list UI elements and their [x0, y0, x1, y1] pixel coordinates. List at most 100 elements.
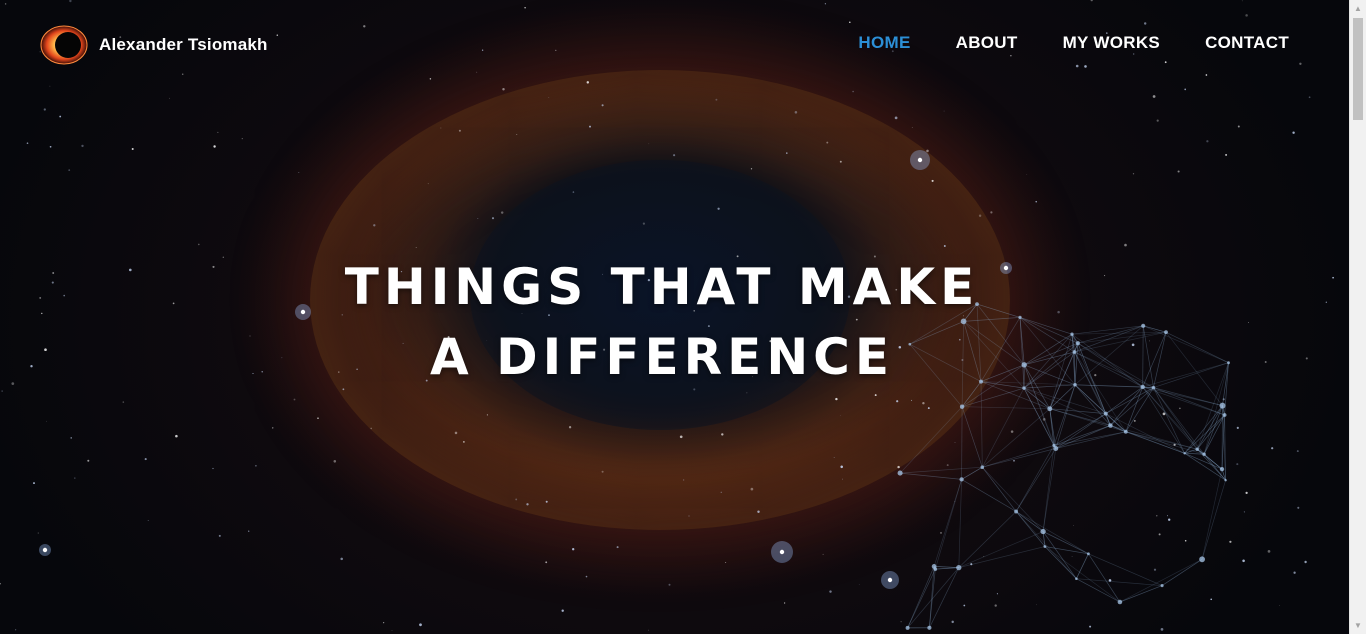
- star: [317, 417, 319, 419]
- network-link: [1119, 585, 1163, 603]
- star: [839, 160, 842, 163]
- network-node: [927, 625, 932, 630]
- network-link: [1184, 453, 1226, 481]
- network-link: [1055, 425, 1111, 449]
- star: [1267, 550, 1271, 553]
- network-link: [1153, 387, 1198, 450]
- star: [87, 459, 90, 462]
- scroll-up-arrow-icon[interactable]: ▲: [1350, 0, 1366, 17]
- star: [911, 399, 913, 401]
- network-node: [933, 567, 938, 571]
- network-node: [1117, 599, 1123, 605]
- star: [673, 154, 676, 157]
- network-node: [980, 465, 985, 470]
- network-link: [958, 511, 1017, 568]
- star: [1222, 398, 1225, 401]
- network-link: [1076, 553, 1089, 579]
- star: [43, 108, 46, 111]
- star: [1206, 140, 1209, 143]
- nav-contact[interactable]: CONTACT: [1205, 33, 1289, 52]
- network-link: [1125, 431, 1205, 455]
- network-link: [962, 406, 1050, 410]
- network-link: [1125, 387, 1154, 432]
- star: [1108, 579, 1112, 582]
- star: [951, 620, 954, 624]
- star: [720, 491, 722, 493]
- page: Alexander Tsiomakh HOME ABOUT MY WORKS C…: [0, 0, 1366, 634]
- star: [852, 90, 854, 93]
- network-link: [982, 466, 1044, 532]
- star: [1304, 560, 1307, 564]
- network-link: [1053, 384, 1076, 446]
- star: [682, 479, 685, 481]
- star: [340, 557, 343, 561]
- star: [668, 583, 671, 586]
- network-link: [1015, 511, 1077, 579]
- scroll-down-arrow-icon[interactable]: ▼: [1350, 617, 1366, 634]
- network-link: [1203, 405, 1223, 455]
- star: [931, 179, 934, 182]
- star: [963, 604, 966, 607]
- network-link: [1023, 387, 1111, 426]
- network-link: [1076, 578, 1121, 603]
- glow-star: [771, 541, 793, 563]
- network-node: [959, 404, 965, 409]
- network-link: [1142, 386, 1205, 455]
- network-link: [899, 406, 963, 474]
- star: [715, 98, 718, 101]
- star: [1237, 125, 1240, 128]
- star: [272, 427, 274, 429]
- network-node: [959, 477, 964, 482]
- network-link: [933, 566, 936, 570]
- brand-link[interactable]: Alexander Tsiomakh: [40, 25, 268, 65]
- network-node: [1043, 545, 1047, 548]
- star: [934, 568, 936, 570]
- network-link: [900, 472, 962, 480]
- nav-my-works[interactable]: MY WORKS: [1063, 33, 1160, 52]
- network-link: [1142, 386, 1198, 450]
- star: [1296, 450, 1299, 453]
- star: [1279, 604, 1281, 606]
- network-link: [1053, 425, 1111, 446]
- network-link: [1015, 448, 1057, 512]
- network-link: [1049, 408, 1106, 414]
- star: [515, 498, 518, 501]
- nav-about[interactable]: ABOUT: [956, 33, 1018, 52]
- star: [1010, 430, 1014, 433]
- star: [1177, 170, 1180, 173]
- star: [996, 593, 998, 595]
- star: [1325, 301, 1327, 303]
- star: [1035, 201, 1037, 203]
- star: [922, 402, 925, 405]
- network-link: [1196, 448, 1223, 470]
- network-link: [1044, 546, 1077, 579]
- brand-name: Alexander Tsiomakh: [99, 35, 268, 54]
- star: [1042, 418, 1046, 421]
- network-link: [961, 406, 963, 480]
- network-link: [982, 408, 1051, 468]
- star: [1124, 243, 1127, 247]
- star: [516, 133, 518, 135]
- nav-home[interactable]: HOME: [858, 33, 910, 52]
- star: [1156, 515, 1158, 517]
- star: [783, 602, 786, 604]
- star: [842, 478, 843, 480]
- main-nav: HOME ABOUT MY WORKS CONTACT: [858, 33, 1289, 53]
- network-link: [1042, 448, 1057, 532]
- page-scrollbar[interactable]: ▲ ▼: [1349, 0, 1366, 634]
- star: [1089, 625, 1092, 628]
- network-link: [1222, 405, 1226, 481]
- network-link: [1076, 578, 1163, 586]
- network-node: [1108, 423, 1113, 428]
- network-link: [1125, 386, 1144, 432]
- network-node: [1040, 528, 1046, 535]
- star: [526, 503, 529, 506]
- star: [840, 465, 843, 469]
- star: [911, 127, 913, 128]
- network-link: [1023, 387, 1057, 449]
- star: [383, 622, 385, 624]
- star: [679, 435, 683, 439]
- network-node: [1052, 443, 1056, 448]
- scroll-thumb[interactable]: [1353, 18, 1363, 120]
- star: [822, 553, 824, 555]
